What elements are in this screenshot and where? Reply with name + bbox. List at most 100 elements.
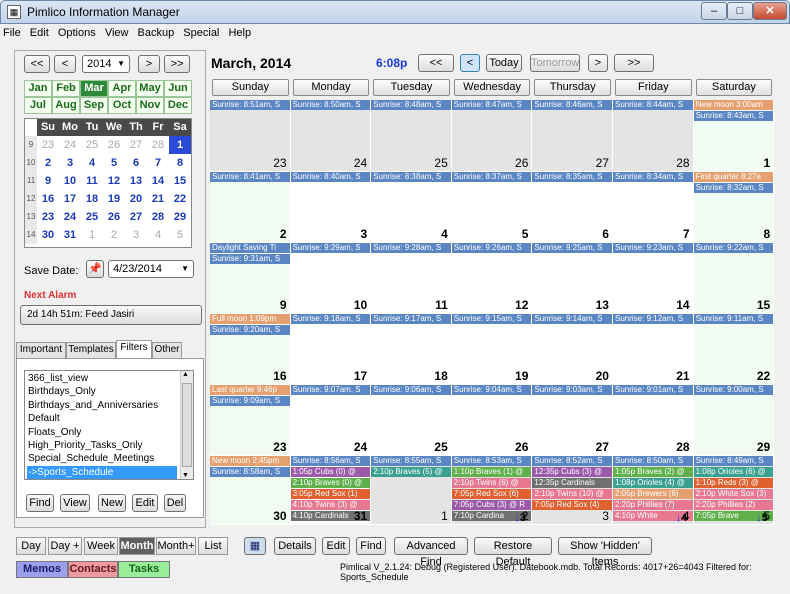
mini-day[interactable]: 9 xyxy=(37,172,59,190)
month-feb[interactable]: Feb xyxy=(52,80,80,97)
sunrise-entry[interactable]: Sunrise: 8:34am, S xyxy=(613,172,693,182)
day-cell[interactable]: New moon 3:00am Sunrise: 8:43am, S 1 xyxy=(693,100,775,172)
next-day-button[interactable]: > xyxy=(588,54,608,72)
event-entry[interactable]: 2:20p Phillies (2) xyxy=(693,500,774,510)
prev-day-button[interactable]: < xyxy=(460,54,480,72)
new-filter-button[interactable]: New xyxy=(98,494,126,512)
mini-day[interactable]: 5 xyxy=(103,154,125,172)
sunrise-entry[interactable]: Sunrise: 9:12am, S xyxy=(613,314,693,324)
sunrise-entry[interactable]: Sunrise: 9:28am, S xyxy=(371,243,451,253)
save-date-select[interactable]: 4/23/2014 ▼ xyxy=(108,260,194,278)
edit-filter-button[interactable]: Edit xyxy=(132,494,158,512)
tomorrow-button[interactable]: Tomorrow xyxy=(530,54,580,72)
event-entry[interactable]: 1:10p Reds (3) @ xyxy=(693,478,774,488)
mini-day[interactable]: 13 xyxy=(125,172,147,190)
action-find-button[interactable]: Find xyxy=(356,537,386,555)
mini-day[interactable]: 27 xyxy=(125,208,147,226)
sunrise-entry[interactable]: Sunrise: 8:38am, S xyxy=(371,172,451,182)
mini-day[interactable]: 3 xyxy=(125,226,147,244)
menu-help[interactable]: Help xyxy=(225,25,254,39)
mini-day[interactable]: 5 xyxy=(169,226,191,244)
month-may[interactable]: May xyxy=(136,80,164,97)
day-cell[interactable]: Last quarter 9:46p Sunrise: 9:09am, S 23 xyxy=(210,385,291,456)
month-oct[interactable]: Oct xyxy=(108,97,136,114)
view-month-button[interactable]: Month xyxy=(119,537,155,555)
event-entry[interactable]: First quarter 8:27a xyxy=(693,172,774,182)
sunrise-entry[interactable]: Sunrise: 8:46am, S xyxy=(532,100,612,110)
filter-item[interactable]: Floats_Only xyxy=(27,426,177,439)
minimize-button[interactable]: – xyxy=(701,2,727,20)
day-cell[interactable]: First quarter 8:27a Sunrise: 8:32am, S 8 xyxy=(693,172,775,243)
tasks-button[interactable]: Tasks xyxy=(118,561,170,578)
mini-day[interactable]: 16 xyxy=(37,190,59,208)
sunrise-entry[interactable]: Sunrise: 9:15am, S xyxy=(451,314,532,324)
event-entry[interactable]: 1:08p Orioles (6) @ xyxy=(693,467,774,477)
tab-other[interactable]: Other xyxy=(152,342,182,358)
mini-day[interactable]: 30 xyxy=(37,226,59,244)
month-jan[interactable]: Jan xyxy=(24,80,52,97)
sunrise-entry[interactable]: Sunrise: 9:07am, S xyxy=(290,385,371,395)
mini-day[interactable]: 31 xyxy=(59,226,81,244)
event-entry[interactable]: New moon 2:45pm xyxy=(210,456,290,466)
mini-day[interactable]: 8 xyxy=(169,154,191,172)
memos-button[interactable]: Memos xyxy=(16,561,68,578)
mini-day[interactable]: 6 xyxy=(125,154,147,172)
sunrise-entry[interactable]: Sunrise: 8:58am, S xyxy=(210,467,290,477)
sunrise-entry[interactable]: Sunrise: 9:26am, S xyxy=(451,243,532,253)
year-select[interactable]: 2014 ▼ xyxy=(82,55,130,73)
month-apr[interactable]: Apr xyxy=(108,80,136,97)
mini-day[interactable]: 25 xyxy=(81,136,103,154)
day-cell[interactable]: Sunrise: 8:38am, S 4 xyxy=(371,172,452,243)
mini-day[interactable]: 1 xyxy=(169,136,191,154)
sunrise-entry[interactable]: Sunrise: 8:51am, S xyxy=(210,100,290,110)
event-entry[interactable]: 2:20p Phillies (7) xyxy=(613,500,693,510)
menu-file[interactable]: File xyxy=(0,25,24,39)
day-cell[interactable]: Sunrise: 8:52am, S 12:35p Cubs (3) @12:35… xyxy=(532,456,613,525)
day-cell[interactable]: Sunrise: 8:48am, S 25 xyxy=(371,100,452,172)
event-entry[interactable]: 3:05p Red Sox (1) xyxy=(290,489,371,499)
scroll-thumb[interactable] xyxy=(182,383,192,467)
filter-item[interactable]: Birthdays_and_Anniversaries xyxy=(27,399,177,412)
more-items-indicator[interactable]: ↓4 xyxy=(676,512,688,524)
day-cell[interactable]: Sunrise: 9:17am, S 18 xyxy=(371,314,452,385)
mini-day[interactable]: 23 xyxy=(37,136,59,154)
event-entry[interactable]: 1:05p Braves (2) @ xyxy=(613,467,693,477)
event-entry[interactable]: 7:05p Red Sox (4) xyxy=(532,500,612,510)
sunrise-entry[interactable]: Sunrise: 8:35am, S xyxy=(532,172,612,182)
menu-special[interactable]: Special xyxy=(180,25,222,39)
day-cell[interactable]: Sunrise: 8:34am, S 7 xyxy=(613,172,694,243)
mini-day[interactable]: 18 xyxy=(81,190,103,208)
sunrise-entry[interactable]: Sunrise: 8:37am, S xyxy=(451,172,532,182)
event-entry[interactable]: Last quarter 9:46p xyxy=(210,385,290,395)
event-entry[interactable]: 2:10p White Sox (3) xyxy=(693,489,774,499)
pin-icon[interactable]: 📌 xyxy=(86,260,104,278)
mini-day[interactable]: 4 xyxy=(147,226,169,244)
calendar-icon[interactable]: ▦ xyxy=(244,537,266,555)
event-entry[interactable]: Full moon 1:09pm xyxy=(210,314,290,324)
day-cell[interactable]: Sunrise: 8:41am, S 2 xyxy=(210,172,291,243)
month-sep[interactable]: Sep xyxy=(80,97,108,114)
sunrise-entry[interactable]: Daylight Saving Ti xyxy=(210,243,290,253)
tab-important[interactable]: Important xyxy=(16,342,66,358)
mini-day[interactable]: 10 xyxy=(59,172,81,190)
mini-day[interactable]: 24 xyxy=(59,208,81,226)
mini-day[interactable]: 15 xyxy=(169,172,191,190)
sunrise-entry[interactable]: Sunrise: 9:03am, S xyxy=(532,385,612,395)
mini-prev-button[interactable]: < xyxy=(54,55,76,73)
sunrise-entry[interactable]: Sunrise: 9:31am, S xyxy=(210,254,290,264)
mini-day[interactable]: 25 xyxy=(81,208,103,226)
sunrise-entry[interactable]: Sunrise: 8:52am, S xyxy=(532,456,612,466)
day-cell[interactable]: Sunrise: 9:28am, S 11 xyxy=(371,243,452,314)
menu-edit[interactable]: Edit xyxy=(27,25,52,39)
sunrise-entry[interactable]: Sunrise: 8:50am, S xyxy=(613,456,693,466)
mini-day[interactable]: 26 xyxy=(103,136,125,154)
day-cell[interactable]: Sunrise: 9:29am, S 10 xyxy=(290,243,372,314)
day-cell[interactable]: Sunrise: 9:15am, S 19 xyxy=(451,314,533,385)
action-show-hidden-items-button[interactable]: Show 'Hidden' Items xyxy=(558,537,652,568)
event-entry[interactable]: 1:08p Orioles (4) @ xyxy=(613,478,693,488)
mini-day[interactable]: 2 xyxy=(37,154,59,172)
event-entry[interactable]: 7:05p Cubs (3) @ R xyxy=(451,500,532,510)
sunrise-entry[interactable]: Sunrise: 9:01am, S xyxy=(613,385,693,395)
day-cell[interactable]: Sunrise: 8:47am, S 26 xyxy=(451,100,533,172)
sunrise-entry[interactable]: Sunrise: 8:55am, S xyxy=(371,456,451,466)
